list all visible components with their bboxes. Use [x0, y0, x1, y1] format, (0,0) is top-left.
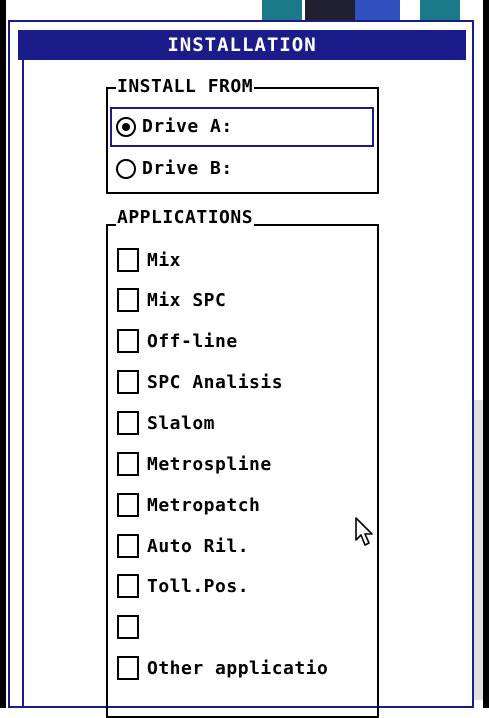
screen-left-edge: [0, 0, 6, 708]
background-window-strip-blue: [355, 0, 400, 22]
checkbox-label: Metropatch: [147, 494, 261, 516]
checkbox-icon: [117, 534, 139, 558]
radio-drive-a[interactable]: Drive A:: [116, 116, 233, 137]
checkbox-icon: [117, 370, 139, 394]
checkbox-icon: [117, 248, 139, 272]
mouse-pointer-icon: [355, 517, 373, 546]
background-window-strip: [262, 0, 302, 22]
checkbox-icon: [117, 493, 139, 517]
background-window-strip-teal: [420, 0, 460, 22]
radio-unselected-icon: [116, 158, 136, 179]
checkbox-icon: [117, 656, 139, 680]
checkbox-icon: [117, 452, 139, 476]
checkbox-label: SPC Analisis: [147, 371, 284, 393]
checkbox-spc-analisis[interactable]: SPC Analisis: [117, 370, 283, 394]
radio-selected-icon: [116, 116, 136, 137]
checkbox-metropatch[interactable]: Metropatch: [117, 493, 260, 517]
checkbox-icon: [117, 615, 139, 639]
dialog-inner-border: [22, 60, 24, 708]
checkbox-icon: [117, 329, 139, 353]
radio-drive-a-label: Drive A:: [142, 116, 233, 137]
background-window-strip-dark: [305, 0, 355, 22]
checkbox-label: Other applicatio: [147, 657, 329, 679]
checkbox-other-applications[interactable]: Other applicatio: [117, 656, 328, 680]
checkbox-metrospline[interactable]: Metrospline: [117, 452, 272, 476]
checkbox-label: Auto Ril.: [147, 535, 250, 557]
checkbox-label: Metrospline: [147, 453, 272, 475]
checkbox-icon: [117, 411, 139, 435]
checkbox-mix-spc[interactable]: Mix SPC: [117, 288, 226, 312]
radio-drive-b[interactable]: Drive B:: [116, 158, 233, 179]
checkbox-icon: [117, 288, 139, 312]
screen-right-artifact: [474, 400, 483, 700]
checkbox-off-line[interactable]: Off-line: [117, 329, 238, 353]
background-desktop: [0, 0, 489, 22]
dialog-title: INSTALLATION: [18, 30, 466, 60]
radio-drive-b-label: Drive B:: [142, 158, 233, 179]
applications-label: APPLICATIONS: [116, 207, 255, 228]
checkbox-mix[interactable]: Mix: [117, 248, 181, 272]
checkbox-auto-ril[interactable]: Auto Ril.: [117, 534, 249, 558]
checkbox-label: Off-line: [147, 330, 238, 352]
screen-right-edge: [483, 0, 489, 708]
checkbox-label: Slalom: [147, 412, 216, 434]
checkbox-label: Mix SPC: [147, 289, 227, 311]
checkbox-empty[interactable]: [117, 615, 147, 639]
checkbox-slalom[interactable]: Slalom: [117, 411, 215, 435]
screen-right-artifact-top: [478, 30, 483, 70]
checkbox-label: Toll.Pos.: [147, 575, 250, 597]
install-from-label: INSTALL FROM: [116, 76, 255, 97]
checkbox-label: Mix: [147, 249, 182, 271]
checkbox-icon: [117, 574, 139, 598]
checkbox-toll-pos[interactable]: Toll.Pos.: [117, 574, 249, 598]
